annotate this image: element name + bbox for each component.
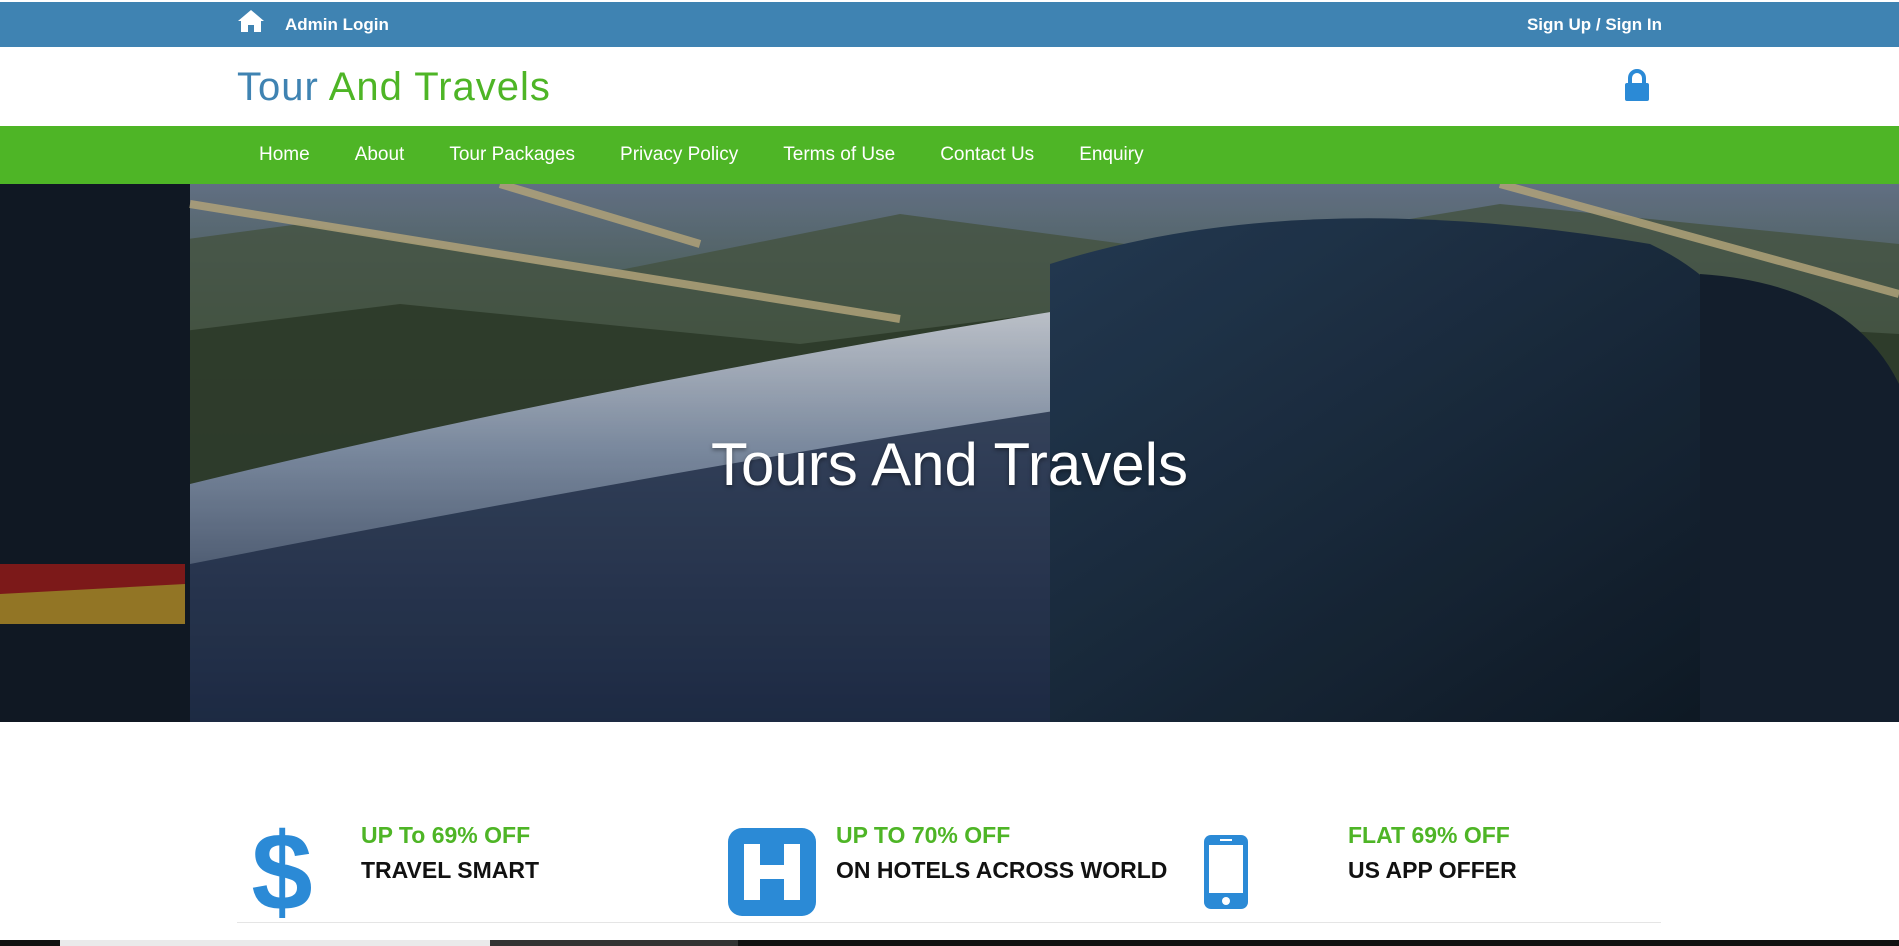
svg-text:$: $ [251, 820, 312, 920]
site-header: Tour And Travels [0, 47, 1899, 126]
offer-title: FLAT 69% OFF [1348, 822, 1510, 848]
site-logo[interactable]: Tour And Travels [237, 65, 551, 110]
nav-contact-us[interactable]: Contact Us [940, 144, 1034, 165]
nav-home[interactable]: Home [259, 144, 310, 165]
home-icon[interactable] [237, 8, 265, 34]
offer-subtitle: US APP OFFER [1348, 857, 1517, 883]
bottom-scroll-bar [0, 940, 1899, 946]
dollar-icon: $ [251, 820, 312, 920]
nav-enquiry[interactable]: Enquiry [1079, 144, 1143, 165]
logo-text-travels: And Travels [328, 65, 551, 109]
main-nav: Home About Tour Packages Privacy Policy … [0, 126, 1899, 184]
nav-about[interactable]: About [355, 144, 405, 165]
offer-travel-smart[interactable]: $ UP To 69% OFF TRAVEL SMART [237, 800, 707, 920]
hotel-icon [728, 828, 816, 916]
offer-title: UP To 69% OFF [361, 822, 531, 848]
logo-text-tour: Tour [237, 65, 329, 109]
offer-subtitle: TRAVEL SMART [361, 857, 540, 883]
nav-terms-of-use[interactable]: Terms of Use [783, 144, 895, 165]
hero-title: Tours And Travels [711, 431, 1188, 498]
nav-tour-packages[interactable]: Tour Packages [449, 144, 575, 165]
nav-privacy-policy[interactable]: Privacy Policy [620, 144, 738, 165]
top-bar: Admin Login Sign Up / Sign In [0, 2, 1899, 47]
signup-signin-link[interactable]: Sign Up / Sign In [1527, 15, 1662, 35]
mobile-phone-icon [1204, 835, 1248, 909]
lock-icon[interactable] [1622, 68, 1652, 102]
admin-login-link[interactable]: Admin Login [285, 15, 389, 35]
offer-title: UP TO 70% OFF [836, 822, 1011, 848]
offer-app[interactable]: FLAT 69% OFF US APP OFFER [1203, 800, 1661, 920]
offers-strip: $ UP To 69% OFF TRAVEL SMART UP TO 70% O… [237, 800, 1661, 923]
offer-subtitle: ON HOTELS ACROSS WORLD [836, 857, 1168, 883]
offer-hotels[interactable]: UP TO 70% OFF ON HOTELS ACROSS WORLD [728, 800, 1198, 920]
